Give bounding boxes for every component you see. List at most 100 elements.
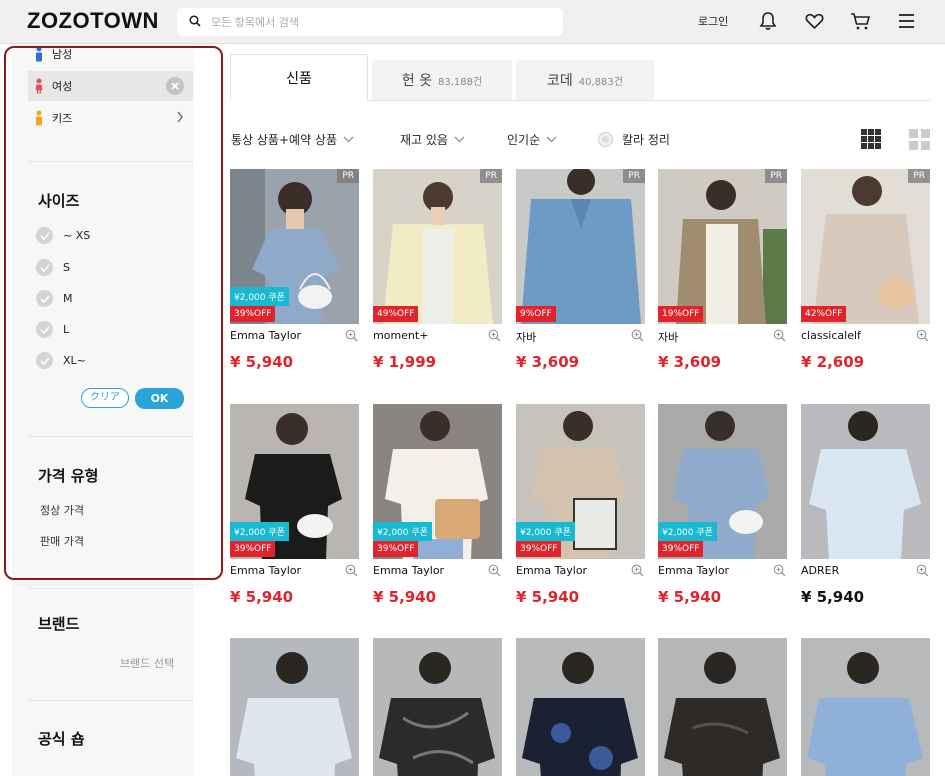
size-label: M bbox=[63, 292, 73, 305]
sort-dropdown[interactable]: 인기순 bbox=[507, 131, 557, 148]
zoom-icon[interactable] bbox=[916, 564, 929, 577]
tab-used[interactable]: 헌 옷 83,188건 bbox=[372, 60, 512, 100]
product-image[interactable]: PR 49%OFF bbox=[373, 169, 502, 324]
discount-badge: 39%OFF bbox=[230, 541, 276, 557]
zoom-icon[interactable] bbox=[345, 564, 358, 577]
grid-view-icon[interactable] bbox=[861, 129, 881, 149]
size-label: ~ XS bbox=[63, 229, 91, 242]
size-option-s[interactable]: S bbox=[36, 259, 70, 276]
product-brand[interactable]: classicalelf bbox=[801, 329, 861, 342]
product-image[interactable]: ¥2,000 쿠폰 39%OFF bbox=[658, 404, 787, 559]
product-brand[interactable]: Emma Taylor bbox=[230, 564, 301, 577]
product-brand[interactable]: Emma Taylor bbox=[230, 329, 301, 342]
chevron-down-icon bbox=[343, 136, 354, 143]
zoom-icon[interactable] bbox=[773, 329, 786, 342]
kids-person-icon bbox=[36, 110, 42, 126]
product-image[interactable] bbox=[801, 638, 930, 776]
product-price: ¥ 5,940 bbox=[230, 588, 294, 606]
price-type-sale[interactable]: 판매 가격 bbox=[40, 533, 84, 549]
discount-badge: 19%OFF bbox=[658, 306, 704, 322]
product-brand[interactable]: Emma Taylor bbox=[658, 564, 729, 577]
color-sort-toggle[interactable]: 칼라 정리 bbox=[598, 131, 670, 148]
product-card[interactable] bbox=[801, 638, 930, 776]
heart-icon[interactable] bbox=[805, 13, 824, 30]
product-brand[interactable]: moment+ bbox=[373, 329, 428, 342]
tab-new[interactable]: 신품 bbox=[230, 54, 368, 101]
search-bar[interactable] bbox=[177, 8, 563, 36]
menu-icon[interactable] bbox=[898, 14, 915, 28]
login-link[interactable]: 로그인 bbox=[698, 13, 728, 29]
price-type-regular[interactable]: 정상 가격 bbox=[40, 502, 84, 518]
coupon-badge: ¥2,000 쿠폰 bbox=[658, 522, 717, 541]
brand-section-title: 브랜드 bbox=[38, 615, 80, 633]
check-icon bbox=[36, 290, 53, 307]
product-image[interactable]: PR 9%OFF bbox=[516, 169, 645, 324]
coupon-badge: ¥2,000 쿠폰 bbox=[516, 522, 575, 541]
zoom-icon[interactable] bbox=[488, 329, 501, 342]
product-brand[interactable]: 자바 bbox=[658, 329, 678, 345]
product-price: ¥ 5,940 bbox=[516, 588, 580, 606]
zoom-icon[interactable] bbox=[773, 564, 786, 577]
search-input[interactable] bbox=[211, 12, 551, 32]
pr-badge: PR bbox=[480, 169, 502, 183]
product-image[interactable]: PR 19%OFF bbox=[658, 169, 787, 324]
product-card[interactable] bbox=[373, 638, 502, 776]
product-image[interactable] bbox=[801, 404, 930, 559]
product-price: ¥ 3,609 bbox=[516, 353, 580, 371]
pr-badge: PR bbox=[337, 169, 359, 183]
size-option-xs[interactable]: ~ XS bbox=[36, 227, 90, 244]
coupon-badge: ¥2,000 쿠폰 bbox=[230, 522, 289, 541]
product-image[interactable]: ¥2,000 쿠폰 39%OFF bbox=[230, 404, 359, 559]
large-grid-view-icon[interactable] bbox=[909, 129, 930, 150]
product-image[interactable]: ¥2,000 쿠폰 39%OFF bbox=[373, 404, 502, 559]
zoom-icon[interactable] bbox=[631, 564, 644, 577]
product-brand[interactable]: ADRER bbox=[801, 564, 839, 577]
product-image[interactable] bbox=[516, 638, 645, 776]
zoom-icon[interactable] bbox=[631, 329, 644, 342]
female-person-icon bbox=[35, 78, 43, 94]
zoom-icon[interactable] bbox=[916, 329, 929, 342]
gender-filter-male[interactable]: 남성 bbox=[28, 39, 193, 69]
product-price: ¥ 5,940 bbox=[801, 588, 865, 606]
divider bbox=[28, 161, 193, 162]
product-image[interactable]: ¥2,000 쿠폰 39%OFF bbox=[516, 404, 645, 559]
size-ok-button[interactable]: OK bbox=[135, 388, 184, 409]
zoom-icon[interactable] bbox=[488, 564, 501, 577]
size-clear-button[interactable]: クリア bbox=[81, 388, 129, 408]
product-type-dropdown[interactable]: 통상 상품+예약 상품 bbox=[231, 131, 354, 148]
product-card[interactable] bbox=[230, 638, 359, 776]
bell-icon[interactable] bbox=[759, 11, 777, 31]
check-icon bbox=[36, 227, 53, 244]
gender-filter-female[interactable]: 여성 bbox=[28, 71, 193, 101]
tab-count: 40,883건 bbox=[578, 76, 623, 88]
check-icon bbox=[36, 259, 53, 276]
check-icon bbox=[36, 352, 53, 369]
product-image[interactable]: PR ¥2,000 쿠폰 39%OFF bbox=[230, 169, 359, 324]
discount-badge: 39%OFF bbox=[516, 541, 562, 557]
product-image[interactable]: PR 42%OFF bbox=[801, 169, 930, 324]
size-option-xl[interactable]: XL~ bbox=[36, 352, 86, 369]
product-image[interactable] bbox=[230, 638, 359, 776]
product-brand[interactable]: 자바 bbox=[516, 329, 536, 345]
chevron-down-icon bbox=[454, 136, 465, 143]
product-brand[interactable]: Emma Taylor bbox=[516, 564, 587, 577]
product-card[interactable] bbox=[516, 638, 645, 776]
product-image[interactable] bbox=[658, 638, 787, 776]
product-card[interactable] bbox=[658, 638, 787, 776]
size-section-title: 사이즈 bbox=[38, 192, 80, 210]
zoom-icon[interactable] bbox=[345, 329, 358, 342]
product-brand[interactable]: Emma Taylor bbox=[373, 564, 444, 577]
close-icon bbox=[171, 82, 179, 90]
product-image[interactable] bbox=[373, 638, 502, 776]
stock-dropdown[interactable]: 재고 있음 bbox=[400, 131, 465, 148]
tab-coordinate[interactable]: 코데 40,883건 bbox=[516, 60, 654, 100]
size-option-m[interactable]: M bbox=[36, 290, 73, 307]
cart-icon[interactable] bbox=[850, 12, 871, 31]
size-option-l[interactable]: L bbox=[36, 321, 69, 338]
clear-filter-button[interactable] bbox=[166, 77, 184, 95]
brand-select-link[interactable]: 브랜드 선택 bbox=[120, 655, 174, 671]
gender-filter-kids[interactable]: 키즈 bbox=[28, 103, 193, 133]
logo[interactable]: ZOZOTOWN bbox=[27, 8, 159, 34]
radio-button[interactable] bbox=[598, 132, 613, 147]
dropdown-label: 재고 있음 bbox=[400, 133, 448, 147]
